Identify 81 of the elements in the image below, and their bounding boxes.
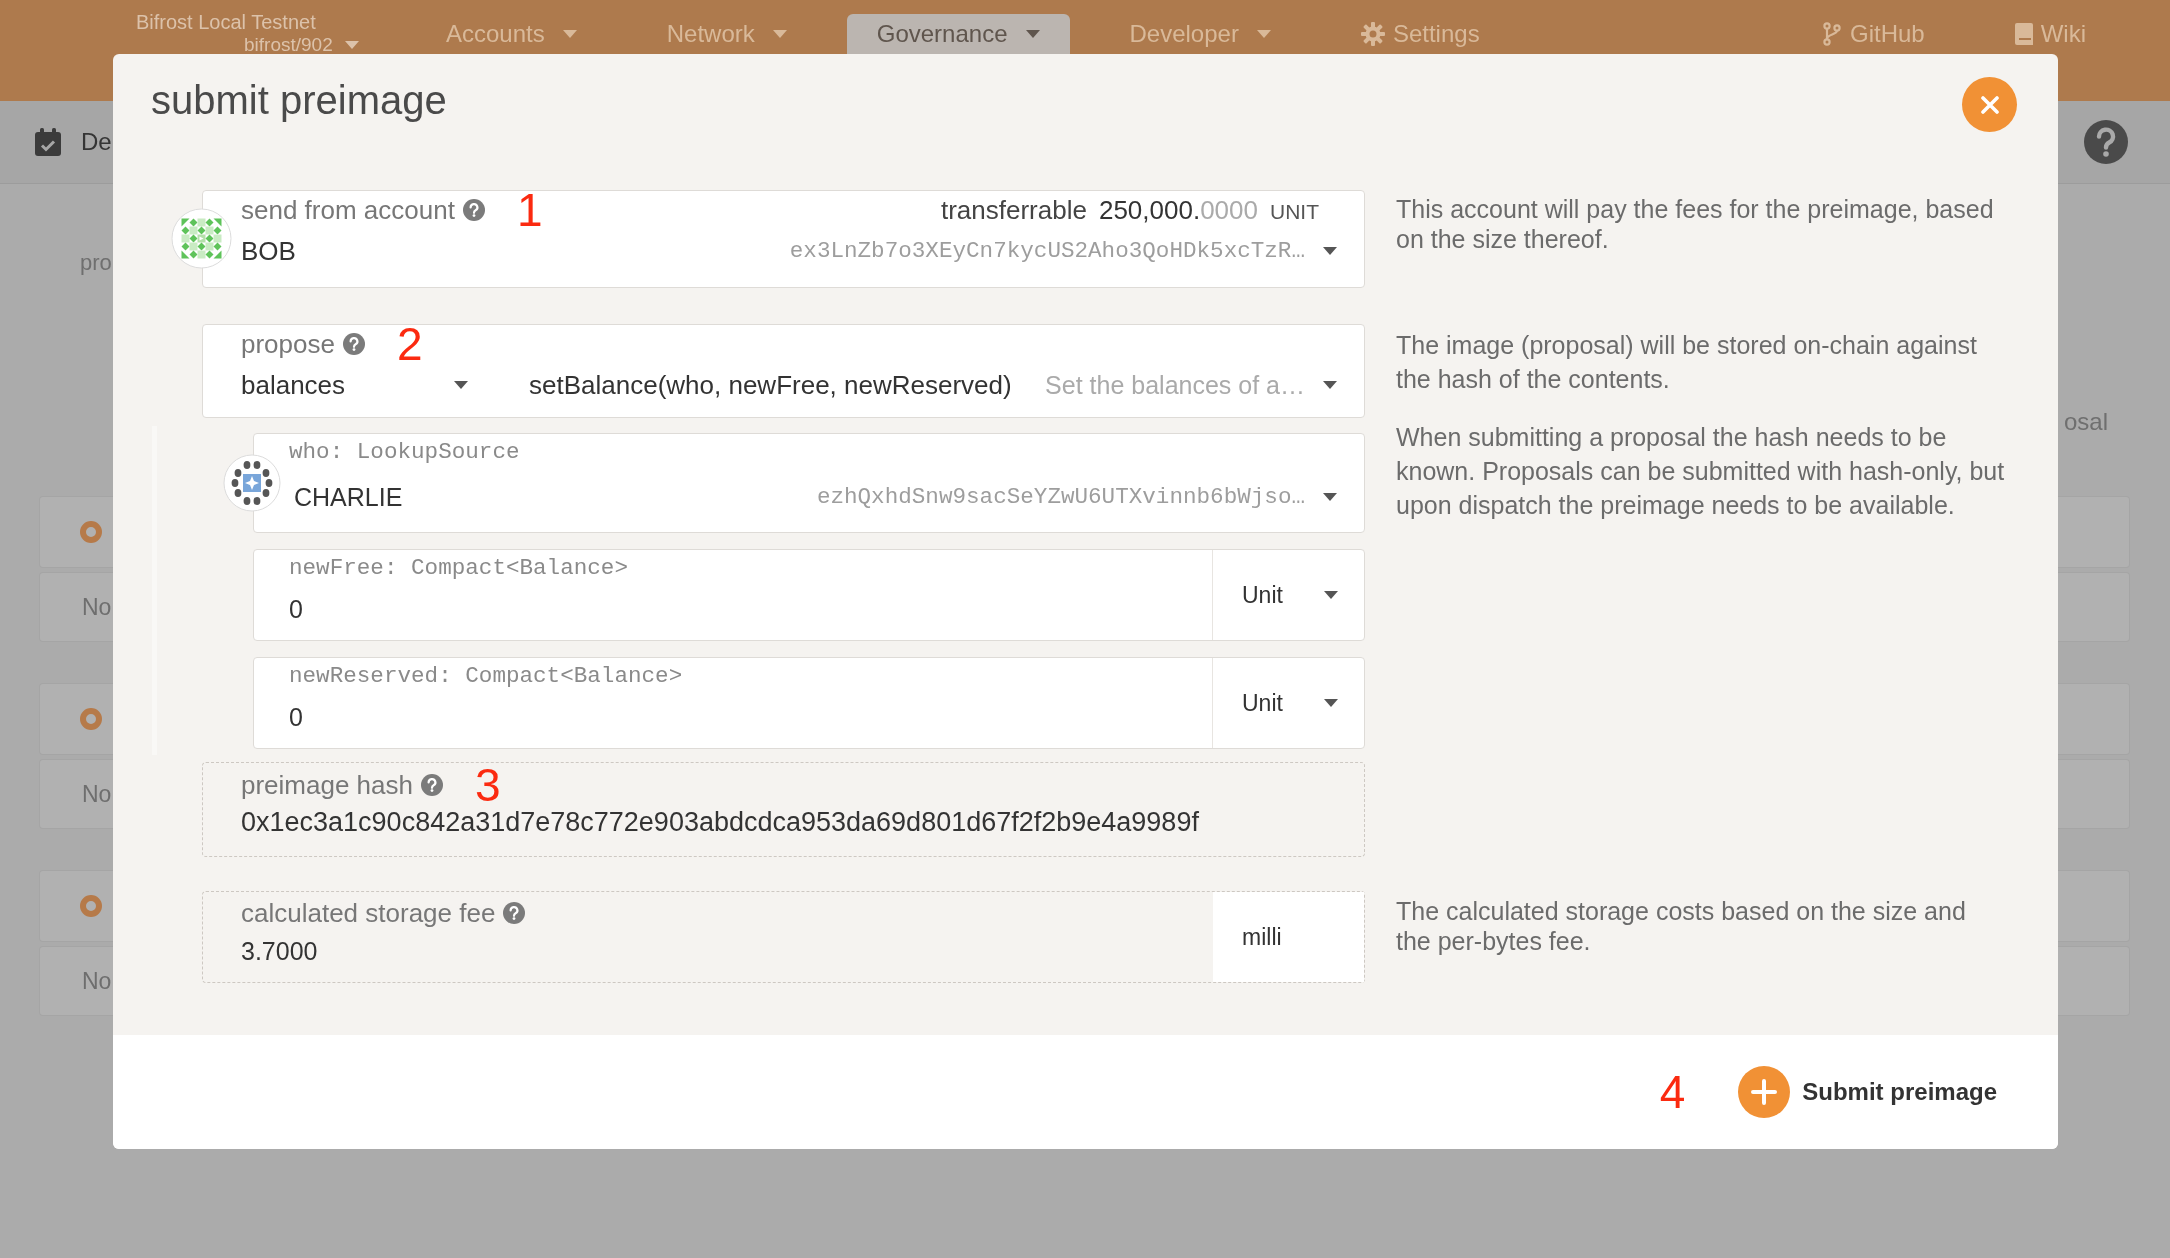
step-number: 2 [396,321,423,367]
ring-icon [80,708,102,730]
dialog-title: submit preimage [151,77,447,124]
param-label: who: LookupSource [289,438,521,466]
close-button[interactable] [1962,77,2017,132]
section-title: De [81,128,112,156]
help-text: When submitting a proposal the hash needs to be known. Proposals can be submitted with hash-only, but upon dispatch the preimage needs to be available. [1396,422,2006,521]
card-body [2058,572,2130,642]
step-number: 3 [475,762,501,808]
module-dropdown[interactable]: balances [241,369,468,401]
method-dropdown[interactable]: setBalance(who, newFree, newReserved) Set the balances of a… [529,369,1337,401]
fee-value: 3.7000 [241,936,318,967]
caret-icon [562,30,577,38]
plus-icon [1738,1066,1791,1118]
book-icon [2014,23,2033,45]
unit-display: milli [1213,892,1364,982]
card-header [2058,870,2130,942]
help-text: The image (proposal) will be stored on-chain against the hash of the contents. [1396,330,1978,395]
dot-pattern-icon [223,454,281,512]
hash-value: 0x1ec3a1c90c842a31d7e78c772e903abdcdca953da69d801d67f2f2b9e4a9989f [241,806,1199,839]
card-text: No [82,780,112,808]
card-text: No [82,967,112,995]
caret-icon [454,381,468,389]
account-dropdown[interactable]: send from account 1 transferrable 250,000.0000 UNIT BOB ex3LnZb7o3XEyCn7kycUS2Aho3QoHDk5xcTzR… [202,190,1365,288]
ring-icon [80,895,102,917]
card-header [2058,496,2130,568]
calendar-icon [35,128,61,156]
unit-dropdown[interactable]: Unit [1212,658,1364,748]
input-value: 0 [289,702,303,733]
balance-unit: UNIT [1270,199,1319,224]
caret-icon [1324,591,1338,599]
card-text: No [82,593,112,621]
card-body [2058,946,2130,1016]
help-icon [342,333,365,355]
caret-icon [1323,381,1337,389]
caret-icon [1323,493,1337,501]
chain-name: Bifrost Local Testnet [136,10,316,34]
account-name: CHARLIE [294,482,403,513]
param-label: newReserved: Compact<Balance> [289,662,683,690]
balance-label: transferrable [940,194,1087,226]
step-number: 1 [516,187,543,233]
help-icon [462,199,485,221]
help-icon[interactable] [2084,120,2128,164]
account-dropdown[interactable]: who: LookupSource CHARLIE ezhQxhdSnw9sacSeYZwU6UTXvinnb6bWjso… [253,433,1365,533]
gear-icon [1360,22,1385,46]
caret-icon [1256,30,1271,38]
help-text: The calculated storage costs based on the size and the per-bytes fee. [1396,896,1967,956]
ring-icon [80,521,102,543]
page-text: osal [2063,408,2108,436]
field-label: calculated storage fee [241,898,496,928]
amount-field[interactable]: newReserved: Compact<Balance> 0 Unit [253,657,1365,749]
amount-field[interactable]: newFree: Compact<Balance> 0 Unit [253,549,1365,641]
step-number: 4 [1659,1069,1686,1115]
account-address: ex3LnZb7o3XEyCn7kycUS2Aho3QoHDk5xcTzR… [789,238,1305,264]
field-label: send from account [241,195,455,225]
close-icon [1980,95,1999,114]
account-address: ezhQxhdSnw9sacSeYZwU6UTXvinnb6bWjso… [816,484,1305,510]
help-icon [421,774,443,796]
method-description: Set the balances of a… [1045,370,1305,400]
card-body [2058,759,2130,829]
caret-icon [1324,699,1338,707]
caret-icon [1025,30,1040,38]
input-value: 0 [289,594,303,625]
card-header [2058,683,2130,755]
page-text: pro [80,250,112,275]
field-label: preimage hash [241,770,413,800]
submit-button[interactable]: Submit preimage [1738,1066,1997,1118]
nav-menu-tab[interactable]: Governance [846,14,1070,54]
method-signature: setBalance(who, newFree, newReserved) [529,369,1012,401]
unit-dropdown[interactable]: Unit [1212,550,1364,640]
caret-icon [1323,247,1337,255]
caret-icon [772,30,787,38]
field-label: propose [241,329,335,359]
branch-icon [1821,22,1842,46]
param-label: newFree: Compact<Balance> [289,554,628,582]
balance-value: 250,000.0000 [1098,194,1258,226]
geometric-pattern-icon [171,208,232,269]
help-icon [503,902,526,924]
caret-icon [344,41,359,49]
account-name: BOB [241,235,296,268]
help-text: This account will pay the fees for the preimage, based on the size thereof. [1396,194,1995,254]
